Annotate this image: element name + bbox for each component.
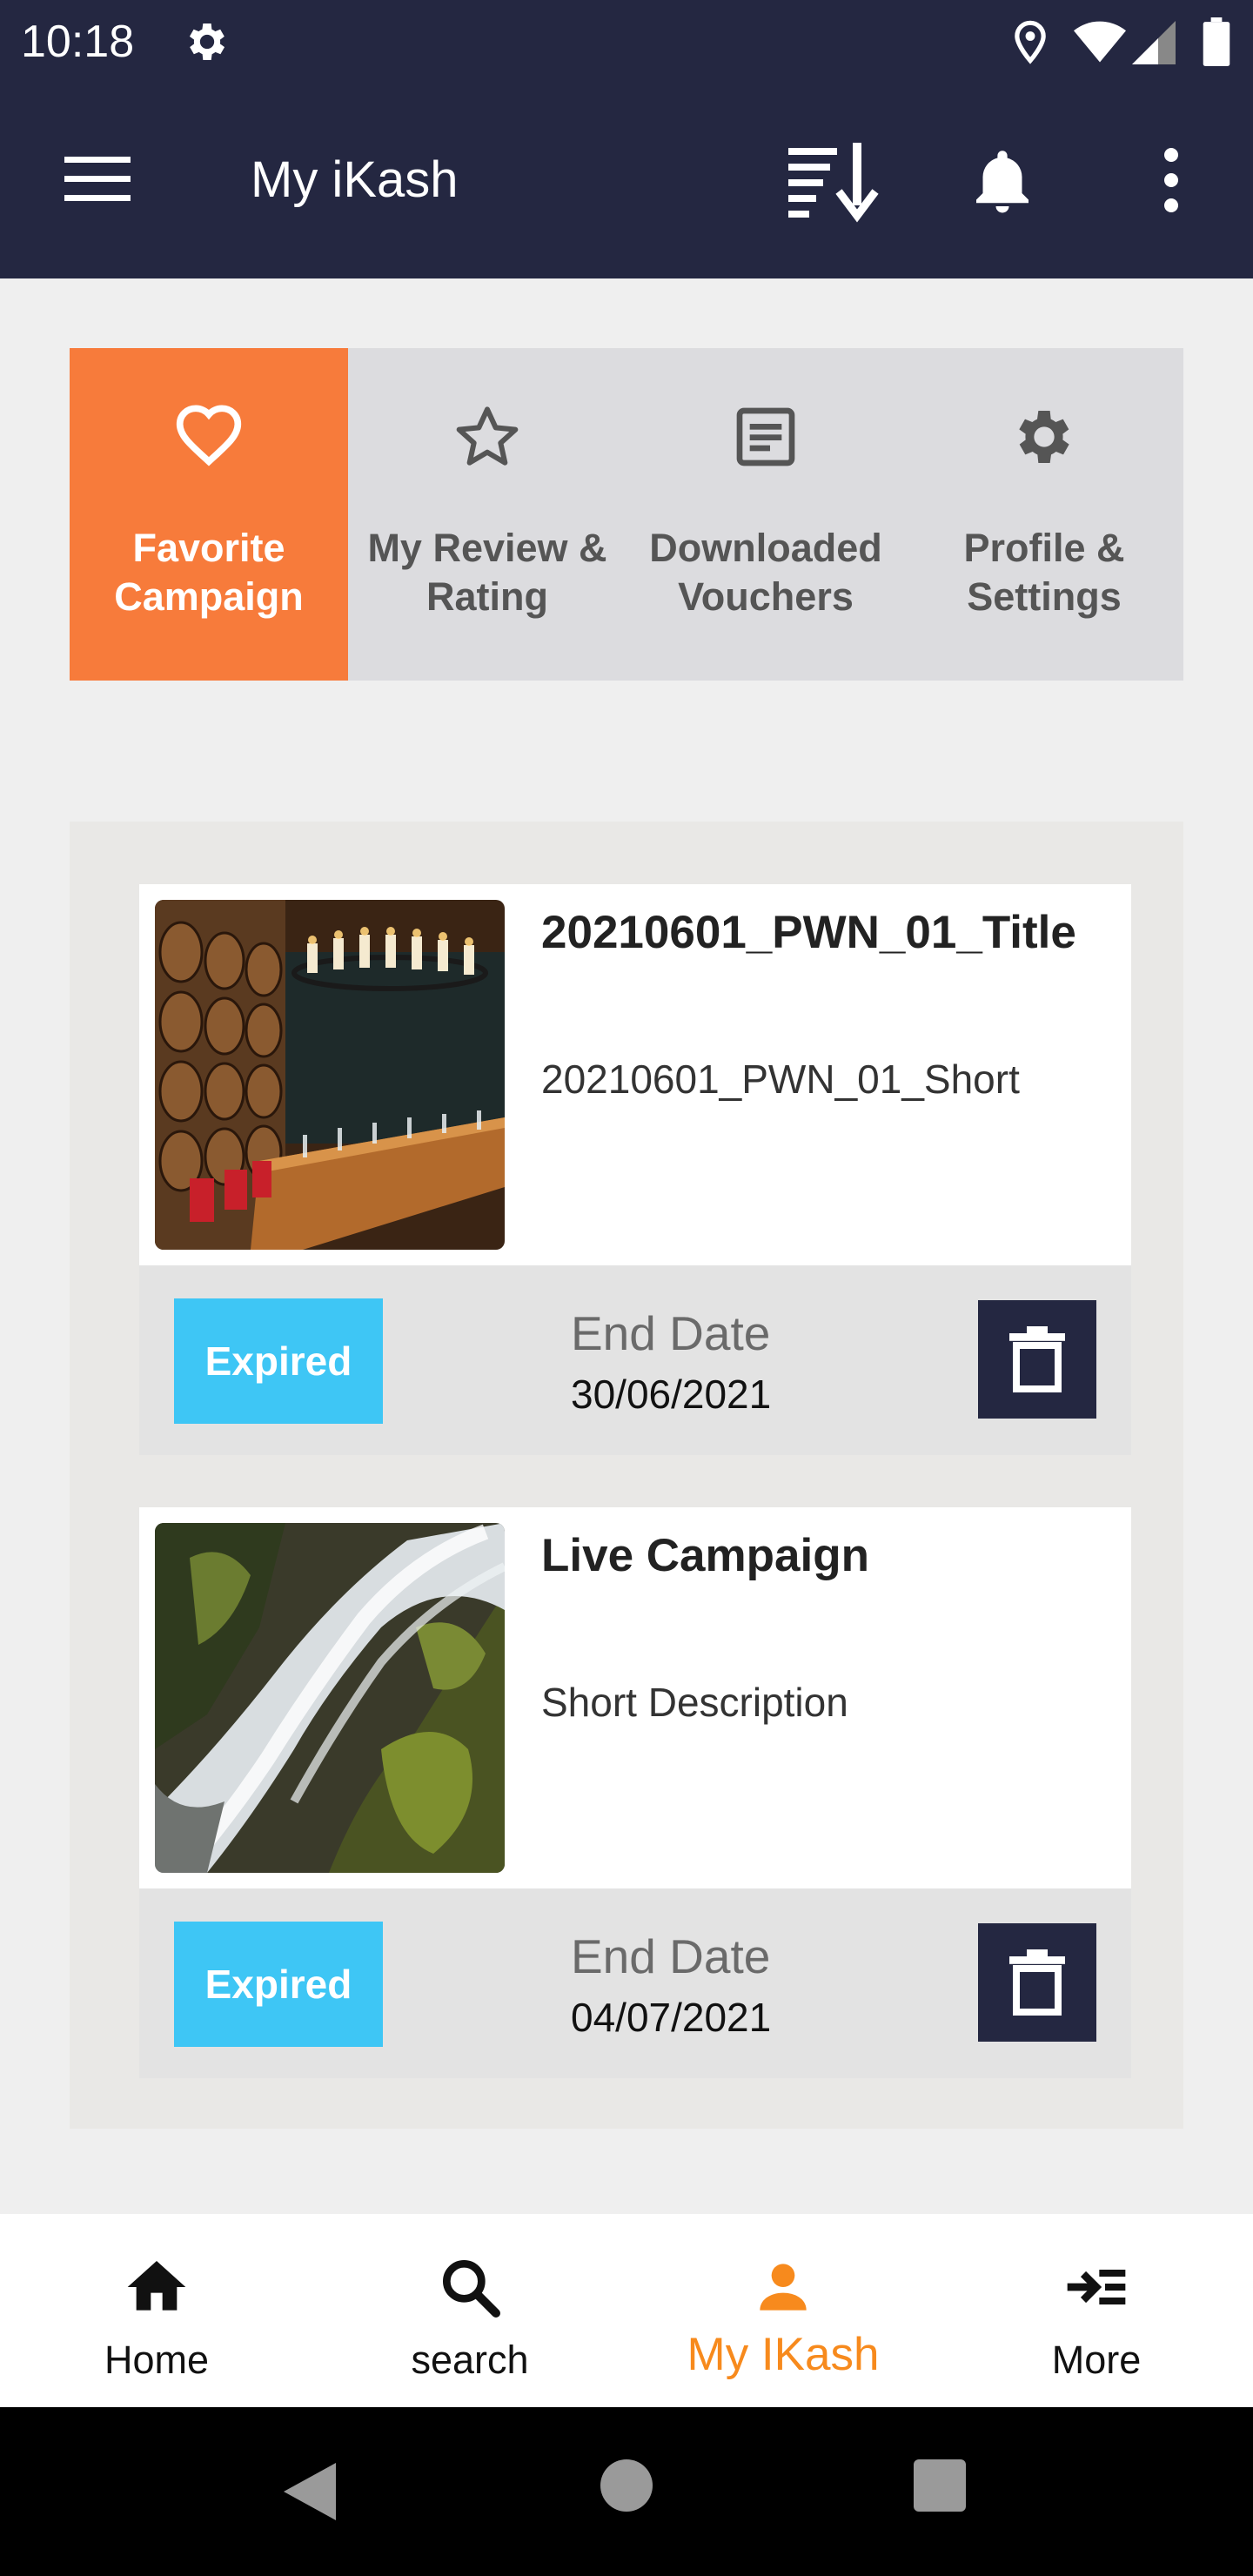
system-navigation-bar <box>0 2407 1253 2576</box>
wifi-icon <box>1074 21 1126 63</box>
notifications-button[interactable] <box>961 141 1044 219</box>
bell-icon <box>976 151 1029 213</box>
tab-label: Favorite Campaign <box>114 526 304 619</box>
tab-profile-settings[interactable]: Profile & Settings <box>905 348 1183 681</box>
signal-icon <box>1132 21 1176 64</box>
campaign-card-footer: Expired End Date 04/07/2021 <box>139 1888 1131 2078</box>
nav-label: Home <box>104 2338 210 2382</box>
nav-search[interactable]: search <box>313 2214 626 2407</box>
nav-label: More <box>1051 2338 1142 2382</box>
nav-label: search <box>411 2338 529 2382</box>
status-bar: 10:18 <box>0 0 1253 84</box>
trash-icon <box>1009 1326 1065 1392</box>
trash-icon <box>1009 1949 1065 2016</box>
person-icon <box>760 2264 807 2311</box>
end-date-label: End Date <box>571 1929 771 1983</box>
campaign-thumbnail-waterfall <box>155 1523 505 1873</box>
end-date-label: End Date <box>571 1306 771 1360</box>
battery-icon <box>1203 17 1230 66</box>
tab-label: Profile & Settings <box>963 526 1125 619</box>
page-title: My iKash <box>251 151 459 208</box>
campaign-title: 20210601_PWN_01_Title <box>541 907 1076 958</box>
back-icon[interactable] <box>278 2459 339 2524</box>
sort-descending-icon <box>788 143 879 223</box>
tab-favorite-campaign[interactable]: Favorite Campaign <box>70 348 348 681</box>
delete-favorite-button[interactable] <box>978 1300 1096 1419</box>
location-icon <box>1015 20 1046 64</box>
heart-icon <box>176 405 242 466</box>
nav-more[interactable]: More <box>940 2214 1253 2407</box>
sort-button[interactable] <box>780 136 888 223</box>
tab-label: Downloaded Vouchers <box>649 526 882 619</box>
campaign-short-description: 20210601_PWN_01_Short <box>541 1057 1020 1102</box>
hamburger-menu-icon <box>64 157 131 201</box>
bottom-navigation: Home search My IKash More <box>0 2214 1253 2407</box>
end-date-value: 04/07/2021 <box>571 1995 772 2040</box>
campaign-card-body[interactable]: 20210601_PWN_01_Title 20210601_PWN_01_Sh… <box>139 884 1131 1265</box>
voucher-icon <box>736 407 795 466</box>
campaign-short-description: Short Description <box>541 1680 848 1725</box>
recents-square-icon[interactable] <box>914 2459 966 2512</box>
favorite-campaign-list: 20210601_PWN_01_Title 20210601_PWN_01_Sh… <box>70 822 1183 2129</box>
status-time: 10:18 <box>21 17 135 67</box>
tab-my-review-rating[interactable]: My Review & Rating <box>348 348 626 681</box>
end-date-value: 30/06/2021 <box>571 1372 772 1417</box>
campaign-title: Live Campaign <box>541 1530 869 1581</box>
star-icon <box>456 406 519 466</box>
status-badge: Expired <box>174 1922 383 2047</box>
home-icon <box>127 2261 186 2311</box>
app-bar: My iKash <box>0 84 1253 278</box>
campaign-card[interactable]: 20210601_PWN_01_Title 20210601_PWN_01_Sh… <box>139 884 1131 1455</box>
more-menu-icon <box>1067 2270 1126 2304</box>
profile-tabs: Favorite Campaign My Review & Rating Dow… <box>70 348 1183 681</box>
menu-button[interactable] <box>49 136 146 223</box>
settings-status-icon <box>189 23 225 60</box>
overflow-menu-button[interactable] <box>1143 141 1199 219</box>
search-icon <box>443 2260 500 2318</box>
gear-icon <box>1019 411 1069 463</box>
campaign-thumbnail-wine-cellar <box>155 900 505 1250</box>
nav-my-ikash[interactable]: My IKash <box>626 2214 940 2407</box>
status-badge: Expired <box>174 1298 383 1424</box>
tab-label: My Review & Rating <box>367 526 607 619</box>
tab-downloaded-vouchers[interactable]: Downloaded Vouchers <box>626 348 905 681</box>
campaign-card-body[interactable]: Live Campaign Short Description <box>139 1507 1131 1888</box>
campaign-card-footer: Expired End Date 30/06/2021 <box>139 1265 1131 1455</box>
nav-label: My IKash <box>687 2329 880 2380</box>
campaign-card[interactable]: Live Campaign Short Description Expired … <box>139 1507 1131 2078</box>
more-vertical-icon <box>1164 148 1178 212</box>
delete-favorite-button[interactable] <box>978 1923 1096 2042</box>
home-circle-icon[interactable] <box>600 2459 653 2512</box>
nav-home[interactable]: Home <box>0 2214 313 2407</box>
